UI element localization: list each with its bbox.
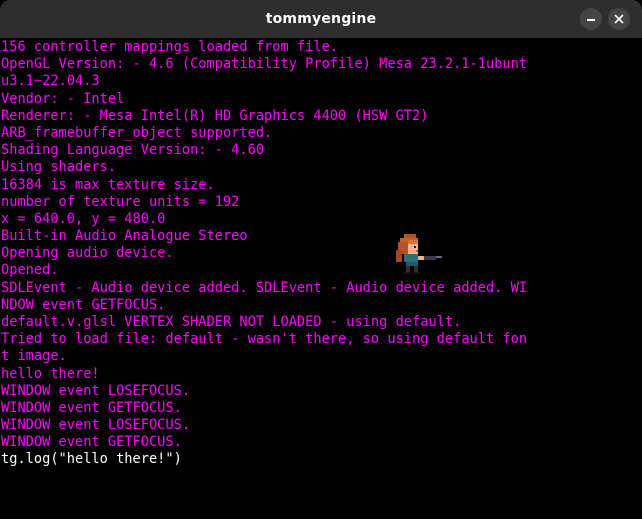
game-canvas[interactable]: 156 controller mappings loaded from file… [0,38,642,519]
console-line: OpenGL Version: - 4.6 (Compatibility Pro… [1,56,528,73]
app-window: tommyengine 156 controller mappings load… [0,0,642,519]
title-bar[interactable]: tommyengine [0,0,642,38]
console-line: ARB_framebuffer_object supported. [1,124,273,141]
console-line: Tried to load file: default - wasn't the… [1,331,528,348]
console-line: NDOW event GETFOCUS. [1,296,166,313]
console-line: number of texture units = 192 [1,193,240,210]
console-line: WINDOW event LOSEFOCUS. [1,417,191,434]
character-sprite-icon [396,234,442,274]
console-line: Renderer: - Mesa Intel(R) HD Graphics 44… [1,107,429,124]
console-line: Using shaders. [1,159,117,176]
console-line: x = 640.0, y = 480.0 [1,210,166,227]
console-line: WINDOW event LOSEFOCUS. [1,382,191,399]
console-input[interactable]: tg.log("hello there!") [1,451,182,468]
minimize-button[interactable] [580,8,602,30]
console-line: Shading Language Version: - 4.60 [1,142,265,159]
console-line: WINDOW event GETFOCUS. [1,434,182,451]
console-line: Built-in Audio Analogue Stereo [1,228,248,245]
close-icon [614,14,624,24]
console-line: 156 controller mappings loaded from file… [1,39,339,55]
console-line: Opened. [1,262,59,279]
console-line: WINDOW event GETFOCUS. [1,399,182,416]
close-button[interactable] [608,8,630,30]
console-output: 156 controller mappings loaded from file… [1,39,561,452]
console-line: SDLEvent - Audio device added. SDLEvent … [1,279,528,296]
window-title: tommyengine [265,11,377,27]
console-line: u3.1~22.04.3 [1,73,100,90]
console-line: Vendor: - Intel [1,90,125,107]
console-line: default.v.glsl VERTEX SHADER NOT LOADED … [1,314,462,330]
console-line: hello there! [1,365,100,382]
minimize-icon [587,19,595,21]
console-line: t image. [1,348,67,365]
console-line: 16384 is max texture size. [1,176,215,193]
console-line: Opening audio device. [1,245,174,262]
